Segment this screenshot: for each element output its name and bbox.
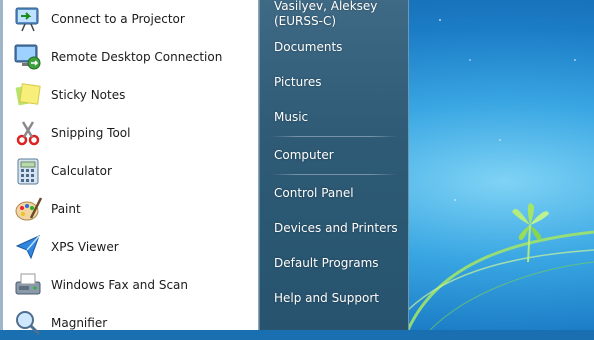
places-control-panel[interactable]: Control Panel: [274, 186, 354, 200]
program-snipping-tool[interactable]: Snipping Tool: [12, 116, 252, 150]
program-label: XPS Viewer: [51, 240, 119, 254]
places-music[interactable]: Music: [274, 110, 308, 124]
fax-scan-icon: [12, 269, 44, 301]
sticky-notes-icon: [12, 79, 44, 111]
program-label: Windows Fax and Scan: [51, 278, 189, 292]
start-menu-programs-pane: Connect to a Projector Remote Desktop Co…: [0, 0, 259, 336]
program-sticky-notes[interactable]: Sticky Notes: [12, 78, 252, 112]
separator: [271, 136, 397, 137]
places-default-programs[interactable]: Default Programs: [274, 256, 379, 270]
places-pictures[interactable]: Pictures: [274, 75, 322, 89]
user-name-line1: Vasilyev, Aleksey: [274, 0, 378, 13]
program-label: Connect to a Projector: [51, 12, 185, 26]
program-remote-desktop[interactable]: Remote Desktop Connection: [12, 40, 252, 74]
remote-desktop-icon: [12, 41, 44, 73]
program-label: Paint: [51, 202, 81, 216]
projector-icon: [12, 3, 44, 35]
xps-viewer-icon: [12, 231, 44, 263]
snipping-tool-icon: [12, 117, 44, 149]
program-label: Snipping Tool: [51, 126, 131, 140]
program-fax-scan[interactable]: Windows Fax and Scan: [12, 268, 252, 302]
calculator-icon: [12, 155, 44, 187]
program-magnifier[interactable]: Magnifier: [12, 306, 252, 340]
program-label: Magnifier: [51, 316, 108, 330]
places-computer[interactable]: Computer: [274, 148, 334, 162]
paint-icon: [12, 193, 44, 225]
start-menu-places-pane: Vasilyev, Aleksey (EURSS-C) Documents Pi…: [259, 0, 409, 330]
magnifier-icon: [12, 307, 44, 339]
program-calculator[interactable]: Calculator: [12, 154, 252, 188]
user-name-link[interactable]: Vasilyev, Aleksey (EURSS-C): [274, 0, 377, 29]
program-label: Calculator: [51, 164, 112, 178]
program-label: Sticky Notes: [51, 88, 126, 102]
program-connect-projector[interactable]: Connect to a Projector: [12, 2, 252, 36]
separator: [271, 174, 397, 175]
places-help-support[interactable]: Help and Support: [274, 291, 379, 305]
user-name-line2: (EURSS-C): [274, 14, 337, 28]
places-devices-printers[interactable]: Devices and Printers: [274, 221, 398, 235]
places-documents[interactable]: Documents: [274, 40, 342, 54]
program-xps-viewer[interactable]: XPS Viewer: [12, 230, 252, 264]
program-label: Remote Desktop Connection: [51, 50, 223, 64]
program-paint[interactable]: Paint: [12, 192, 252, 226]
